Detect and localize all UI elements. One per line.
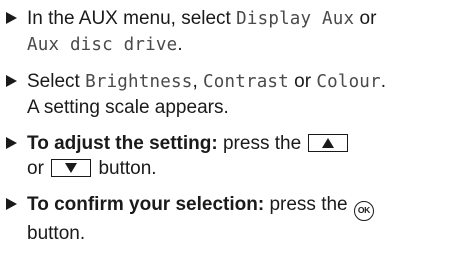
step-text: Select xyxy=(27,71,86,92)
step-text: or xyxy=(354,8,377,29)
triangle-bullet-icon xyxy=(6,198,17,210)
up-button xyxy=(308,134,349,152)
down-button xyxy=(51,159,92,177)
step-text: . xyxy=(177,34,183,55)
step-adjust-setting: To adjust the setting: press the or butt… xyxy=(6,131,458,181)
triangle-up-icon xyxy=(322,138,335,148)
step-text: , xyxy=(192,71,204,92)
step-result-text: A setting scale appears. xyxy=(27,97,229,118)
step-text: press the xyxy=(264,194,353,215)
triangle-bullet-icon xyxy=(6,137,17,149)
option-brightness: Brightness xyxy=(85,72,193,92)
step-heading: To confirm your selection: xyxy=(27,194,265,215)
instruction-steps: In the AUX menu, select Display Aux or A… xyxy=(6,6,458,257)
option-contrast: Contrast xyxy=(203,72,289,92)
step-text: . xyxy=(380,71,387,92)
step-confirm-selection: To confirm your selection: press the OK b… xyxy=(6,192,458,246)
option-aux-disc-drive: Aux disc drive xyxy=(27,35,178,55)
triangle-down-icon xyxy=(65,163,78,173)
step-heading: To adjust the setting: xyxy=(27,133,218,154)
step-text: In the AUX menu, select xyxy=(27,8,237,29)
step-select-aux-option: In the AUX menu, select Display Aux or A… xyxy=(6,6,458,58)
step-text: or xyxy=(288,71,317,92)
option-colour: Colour xyxy=(316,72,381,92)
triangle-bullet-icon xyxy=(6,75,17,87)
step-text: button. xyxy=(27,223,86,244)
step-text: or xyxy=(27,158,50,179)
triangle-bullet-icon xyxy=(6,12,17,24)
step-text: press the xyxy=(217,133,307,154)
step-select-setting: Select Brightness, Contrast or Colour. A … xyxy=(6,69,458,120)
ok-button-icon: OK xyxy=(353,201,374,221)
option-display-aux: Display Aux xyxy=(236,9,355,29)
step-text: button. xyxy=(93,158,157,179)
